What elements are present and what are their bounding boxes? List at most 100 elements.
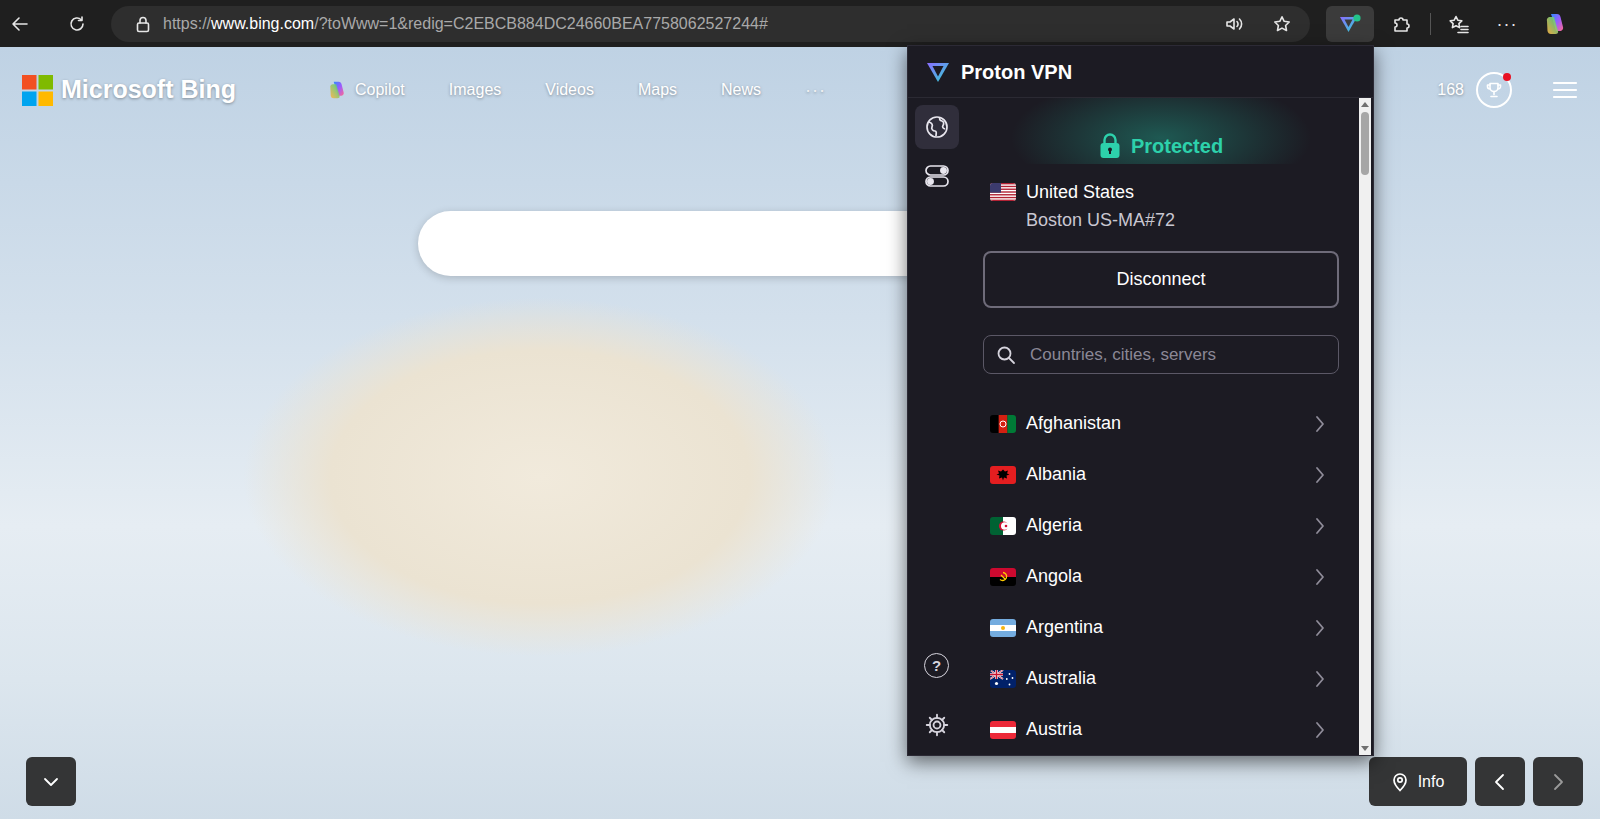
trophy-icon	[1485, 81, 1503, 99]
arrow-left-icon	[10, 14, 30, 34]
info-button[interactable]: Info	[1369, 757, 1467, 806]
microsoft-logo-icon	[22, 75, 53, 106]
country-row[interactable]: Afghanistan	[983, 398, 1339, 449]
vpn-body: ? Protected United StatesBoston US-MA#72 Di…	[908, 98, 1373, 755]
country-row[interactable]: Austria	[983, 704, 1339, 755]
toolbar-separator	[1430, 13, 1431, 35]
url-rest: /?toWww=1&redig=C2EBCB884DC24660BEA77580…	[314, 15, 768, 32]
country-name: Afghanistan	[1026, 410, 1121, 437]
status-text: Protected	[1131, 131, 1223, 161]
flag-icon	[990, 670, 1016, 688]
url-text[interactable]: https://www.bing.com/?toWww=1&redig=C2EB…	[163, 6, 1214, 42]
scroll-down-button[interactable]	[26, 757, 76, 806]
vpn-popup: Proton VPN? Protected United StatesBoston …	[907, 45, 1374, 756]
connection-status: Protected	[983, 98, 1339, 164]
logo-text: Microsoft Bing	[61, 71, 236, 109]
vpn-main: Protected United StatesBoston US-MA#72 Dis…	[965, 98, 1355, 755]
image-controls: Info	[1369, 757, 1583, 806]
more-button[interactable]: ···	[1487, 6, 1527, 42]
bing-logo[interactable]: Microsoft Bing	[22, 71, 236, 109]
gear-icon	[924, 712, 950, 738]
chevron-right-icon	[1315, 619, 1325, 637]
info-label: Info	[1418, 770, 1445, 794]
sidebar-tab[interactable]	[915, 105, 959, 149]
hamburger-icon	[1552, 80, 1578, 100]
nav-label: ···	[805, 77, 826, 104]
address-bar[interactable]: https://www.bing.com/?toWww=1&redig=C2EB…	[111, 6, 1310, 42]
scroll-down-icon	[1361, 746, 1369, 751]
bing-nav: Copilot Images Videos Maps News ···	[327, 77, 826, 104]
flag-icon	[990, 619, 1016, 637]
country-list: Afghanistan Albania Algeria Angola Argentina…	[983, 398, 1339, 755]
rewards-button[interactable]	[1476, 72, 1512, 108]
flag-icon	[990, 415, 1016, 433]
country-name: Argentina	[1026, 614, 1103, 641]
country-search-input[interactable]	[1028, 341, 1326, 369]
favorite-button[interactable]	[1262, 6, 1302, 42]
disconnect-button[interactable]: Disconnect	[983, 251, 1339, 308]
bing-account: 168	[1437, 72, 1578, 108]
proton-logo-icon	[925, 60, 951, 84]
flag-icon	[990, 721, 1016, 739]
vpn-header: Proton VPN	[908, 46, 1373, 98]
country-name: Algeria	[1026, 512, 1082, 539]
nav-item[interactable]: Videos	[545, 78, 594, 102]
sidebar-tab[interactable]	[915, 154, 959, 198]
read-aloud-button[interactable]	[1214, 6, 1254, 42]
browser-toolbar: https://www.bing.com/?toWww=1&redig=C2EB…	[0, 0, 1600, 47]
nav-item[interactable]: Images	[449, 78, 501, 102]
copilot-button[interactable]	[1535, 6, 1575, 42]
scrollbar[interactable]	[1359, 98, 1371, 755]
chevron-right-icon	[1315, 415, 1325, 433]
country-row[interactable]: Algeria	[983, 500, 1339, 551]
country-row[interactable]: Angola	[983, 551, 1339, 602]
nav-item[interactable]: ···	[805, 77, 826, 104]
favorites-icon	[1448, 14, 1470, 34]
url-host: www.bing.com	[211, 15, 314, 32]
help-button[interactable]: ?	[915, 643, 959, 687]
url-scheme: https://	[163, 15, 211, 32]
next-image-button[interactable]	[1533, 757, 1583, 806]
previous-image-button[interactable]	[1475, 757, 1525, 806]
nav-label: Maps	[638, 78, 677, 102]
bing-bottom-bar: Info	[0, 757, 1600, 819]
settings-button[interactable]	[915, 703, 959, 747]
flag-icon	[990, 517, 1016, 535]
vpn-extension-button[interactable]	[1326, 6, 1374, 42]
more-text: ···	[1497, 15, 1518, 33]
vpn-sidebar: ?	[908, 98, 965, 755]
country-name: United States	[1026, 179, 1134, 205]
country-row[interactable]: Albania	[983, 449, 1339, 500]
nav-label: Copilot	[355, 78, 405, 102]
refresh-button[interactable]	[57, 6, 97, 42]
country-row[interactable]: Australia	[983, 653, 1339, 704]
country-name: Albania	[1026, 461, 1086, 488]
puzzle-icon	[1392, 14, 1412, 34]
us-flag-icon	[990, 183, 1016, 201]
current-server: United StatesBoston US-MA#72	[983, 179, 1339, 233]
nav-item[interactable]: Maps	[638, 78, 677, 102]
nav-item[interactable]: News	[721, 78, 761, 102]
lock-icon	[135, 15, 151, 33]
nav-label: Videos	[545, 78, 594, 102]
back-button[interactable]	[0, 6, 40, 42]
chevron-right-icon	[1315, 670, 1325, 688]
menu-button[interactable]	[1552, 80, 1578, 100]
chevron-right-icon	[1315, 466, 1325, 484]
scrollbar-thumb[interactable]	[1361, 112, 1369, 175]
scroll-up-icon	[1361, 102, 1369, 107]
country-name: Angola	[1026, 563, 1082, 590]
nav-item[interactable]: Copilot	[327, 78, 405, 102]
favorites-button[interactable]	[1439, 6, 1479, 42]
toggles-icon	[924, 163, 950, 189]
copilot-icon	[327, 80, 347, 100]
notification-dot	[1503, 73, 1511, 81]
server-country: United States	[990, 179, 1339, 205]
country-name: Austria	[1026, 716, 1082, 743]
extensions-button[interactable]	[1382, 6, 1422, 42]
scrollbar-track	[1361, 112, 1369, 741]
chevron-right-icon	[1315, 568, 1325, 586]
speaker-icon	[1224, 14, 1244, 34]
country-name: Australia	[1026, 665, 1096, 692]
country-row[interactable]: Argentina	[983, 602, 1339, 653]
